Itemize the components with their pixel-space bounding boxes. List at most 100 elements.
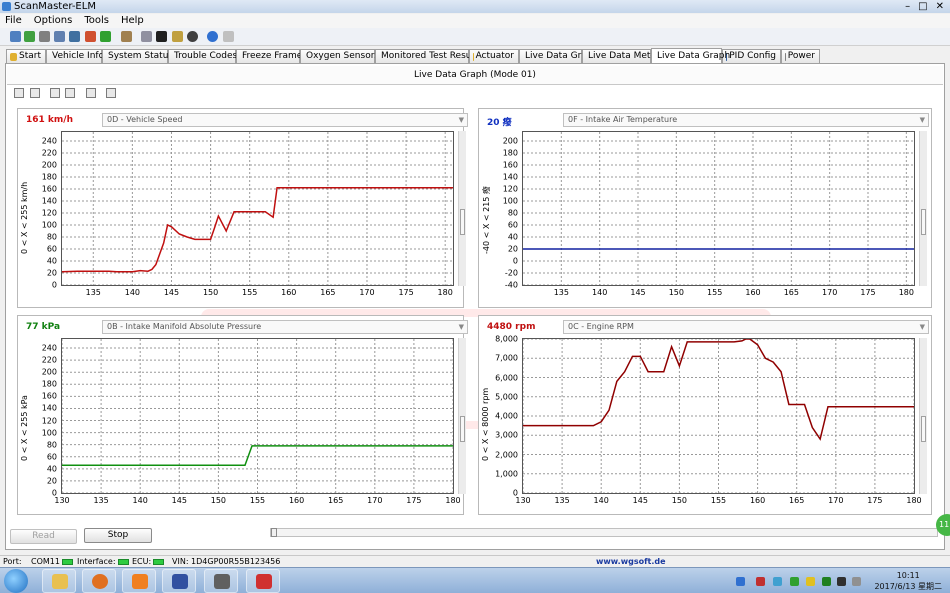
y-tick-label: 160 xyxy=(502,160,518,170)
toolbar xyxy=(0,28,950,46)
menu-tools[interactable]: Tools xyxy=(84,14,109,28)
terminal-icon[interactable] xyxy=(156,31,167,42)
printer-icon[interactable] xyxy=(121,31,132,42)
plot-area xyxy=(522,338,915,494)
x-tick-label: 135 xyxy=(553,288,569,297)
taskbar-app[interactable] xyxy=(162,569,196,593)
tray-update-icon[interactable] xyxy=(773,577,782,586)
leaf-icon[interactable] xyxy=(100,31,111,42)
chart-icon[interactable] xyxy=(85,31,96,42)
y-tick-label: 160 xyxy=(41,184,57,194)
tab-actuator[interactable]: Actuator xyxy=(469,49,519,63)
graph-panel: 161 km/h 0D - Vehicle Speed ▼ 0 < X < 255… xyxy=(17,108,468,308)
menu-options[interactable]: Options xyxy=(34,14,73,28)
tab-system-status[interactable]: System Status xyxy=(102,49,173,63)
x-tick-label: 140 xyxy=(592,288,608,297)
scrollbar-thumb[interactable] xyxy=(921,208,926,235)
pid-select-value: 0B - Intake Manifold Absolute Pressure xyxy=(107,322,262,331)
tab-trouble-codes[interactable]: Trouble Codes xyxy=(168,49,238,63)
scrollbar-thumb[interactable] xyxy=(460,208,465,235)
tab-live-data-graph[interactable]: Live Data Graph xyxy=(651,48,730,63)
y-tick-label: 200 xyxy=(41,160,57,170)
close-button[interactable]: ✕ xyxy=(936,0,944,13)
x-tick-label: 145 xyxy=(630,288,646,297)
current-value: 4480 rpm xyxy=(487,322,536,332)
tab-monitored-test-results[interactable]: Monitored Test Results xyxy=(375,49,482,63)
clock[interactable]: 10:11 2017/6/13 星期二 xyxy=(874,570,942,592)
tab-live-data-grid[interactable]: Live Data Grid xyxy=(519,49,589,63)
scrollbar-thumb[interactable] xyxy=(921,416,926,442)
tab-pid-config[interactable]: PID Config xyxy=(722,49,781,63)
add-graph-icon[interactable] xyxy=(14,88,24,98)
print-icon[interactable] xyxy=(106,88,116,98)
x-tick-label: 160 xyxy=(288,496,305,505)
website-link[interactable]: www.wgsoft.de xyxy=(596,556,666,567)
pid-select[interactable]: 0C - Engine RPM ▼ xyxy=(563,320,929,334)
app-icon xyxy=(172,574,188,589)
graph-scrollbar[interactable] xyxy=(458,338,466,494)
plot-area xyxy=(61,131,454,286)
graph-scrollbar[interactable] xyxy=(919,131,927,286)
tray-security-icon[interactable] xyxy=(790,577,799,586)
info-icon[interactable] xyxy=(207,31,218,42)
read-button[interactable]: Read xyxy=(10,529,77,544)
menu-help[interactable]: Help xyxy=(121,14,144,28)
taskbar-scanmaster[interactable] xyxy=(246,569,280,593)
tab-oxygen-sensors[interactable]: Oxygen Sensors xyxy=(300,49,379,63)
calendar-icon[interactable] xyxy=(69,31,80,42)
chip-icon xyxy=(214,574,230,589)
y-tick-label: 240 xyxy=(41,343,57,353)
tray-network-icon[interactable] xyxy=(736,577,745,586)
y-tick-label: 220 xyxy=(41,148,57,158)
x-tick-label: 160 xyxy=(745,288,761,297)
ecu-status: ECU: xyxy=(132,556,165,567)
globe-icon[interactable] xyxy=(24,31,35,42)
taskbar-taobao[interactable] xyxy=(122,569,156,593)
scrollbar-thumb[interactable] xyxy=(271,528,277,537)
open-icon[interactable] xyxy=(50,88,60,98)
tray-volume-icon[interactable] xyxy=(852,577,861,586)
remove-graph-icon[interactable] xyxy=(30,88,40,98)
grid-icon[interactable] xyxy=(54,31,65,42)
print-preview-icon[interactable] xyxy=(86,88,96,98)
tab-live-data-meter[interactable]: Live Data Meter xyxy=(582,49,660,63)
save-icon[interactable] xyxy=(65,88,75,98)
stop-button[interactable]: Stop xyxy=(84,528,152,543)
y-tick-label: 140 xyxy=(41,196,57,206)
pid-select[interactable]: 0F - Intake Air Temperature ▼ xyxy=(563,113,929,127)
power-icon[interactable] xyxy=(187,31,198,42)
connect-icon[interactable] xyxy=(10,31,21,42)
pid-select[interactable]: 0B - Intake Manifold Absolute Pressure ▼ xyxy=(102,320,468,334)
maximize-button[interactable]: □ xyxy=(918,0,927,13)
monitor-icon[interactable] xyxy=(141,31,152,42)
scrollbar-thumb[interactable] xyxy=(460,416,465,442)
y-tick-label: 100 xyxy=(41,220,57,230)
graph-scrollbar[interactable] xyxy=(919,338,927,494)
minimize-button[interactable]: – xyxy=(905,0,910,13)
taskbar-chip[interactable] xyxy=(204,569,238,593)
y-tick-label: 80 xyxy=(46,232,57,242)
tray-shield-icon[interactable] xyxy=(806,577,815,586)
tab-start[interactable]: Start xyxy=(6,49,46,63)
taskbar-firefox[interactable] xyxy=(82,569,116,593)
tab-label: Trouble Codes xyxy=(174,51,238,61)
graph-scrollbar[interactable] xyxy=(458,131,466,286)
tab-freeze-frames[interactable]: Freeze Frames xyxy=(236,49,307,63)
taskbar-explorer[interactable] xyxy=(42,569,76,593)
tab-icon xyxy=(473,52,474,61)
tab-power[interactable]: Power xyxy=(781,49,820,63)
battery-icon[interactable] xyxy=(172,31,183,42)
y-tick-label: 4,000 xyxy=(495,411,518,421)
x-tick-label: 180 xyxy=(445,496,461,505)
y-tick-label: 60 xyxy=(507,220,518,230)
time-scrollbar[interactable] xyxy=(270,528,938,537)
tray-app-icon[interactable] xyxy=(822,577,831,586)
start-button[interactable] xyxy=(4,569,28,593)
tab-vehicle-info[interactable]: Vehicle Info xyxy=(46,49,104,63)
pid-select[interactable]: 0D - Vehicle Speed ▼ xyxy=(102,113,468,127)
save-icon[interactable] xyxy=(39,31,50,42)
help-icon[interactable] xyxy=(223,31,234,42)
tray-pdf-icon[interactable] xyxy=(756,577,765,586)
menu-file[interactable]: File xyxy=(5,14,22,28)
tray-display-icon[interactable] xyxy=(837,577,846,586)
